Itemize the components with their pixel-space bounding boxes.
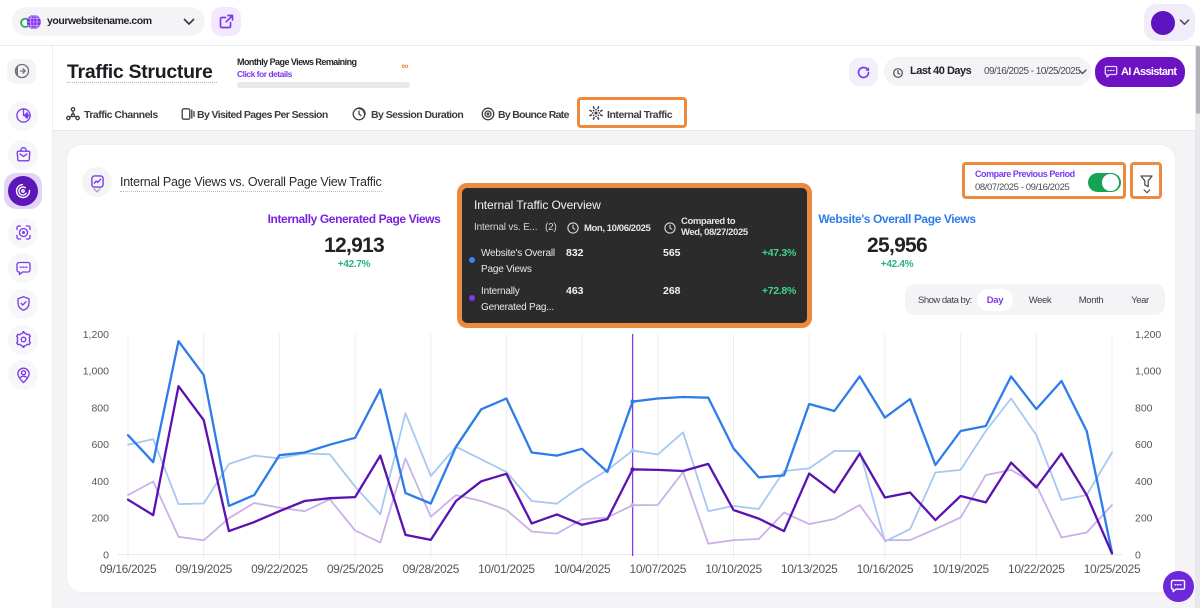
svg-text:10/04/2025: 10/04/2025	[554, 562, 611, 576]
svg-text:10/01/2025: 10/01/2025	[478, 562, 535, 576]
svg-text:800: 800	[1135, 403, 1153, 415]
svg-text:1,200: 1,200	[83, 329, 109, 341]
svg-text:0: 0	[103, 549, 109, 561]
svg-text:09/22/2025: 09/22/2025	[251, 562, 308, 576]
svg-text:10/22/2025: 10/22/2025	[1008, 562, 1065, 576]
svg-text:10/07/2025: 10/07/2025	[630, 562, 687, 576]
svg-text:200: 200	[1135, 513, 1153, 525]
svg-text:1,000: 1,000	[83, 366, 109, 378]
svg-text:0: 0	[1135, 549, 1141, 561]
svg-text:10/16/2025: 10/16/2025	[857, 562, 914, 576]
svg-text:09/16/2025: 09/16/2025	[100, 562, 157, 576]
svg-text:600: 600	[1135, 439, 1153, 451]
svg-text:1,000: 1,000	[1135, 366, 1161, 378]
svg-text:400: 400	[91, 476, 109, 488]
svg-text:600: 600	[91, 439, 109, 451]
svg-text:09/25/2025: 09/25/2025	[327, 562, 384, 576]
svg-text:400: 400	[1135, 476, 1153, 488]
svg-text:10/13/2025: 10/13/2025	[781, 562, 838, 576]
svg-text:200: 200	[91, 513, 109, 525]
svg-text:10/19/2025: 10/19/2025	[932, 562, 989, 576]
svg-text:09/28/2025: 09/28/2025	[403, 562, 460, 576]
svg-text:1,200: 1,200	[1135, 329, 1161, 341]
svg-text:800: 800	[91, 403, 109, 415]
svg-text:09/19/2025: 09/19/2025	[175, 562, 232, 576]
svg-text:10/10/2025: 10/10/2025	[705, 562, 762, 576]
svg-text:10/25/2025: 10/25/2025	[1084, 562, 1141, 576]
